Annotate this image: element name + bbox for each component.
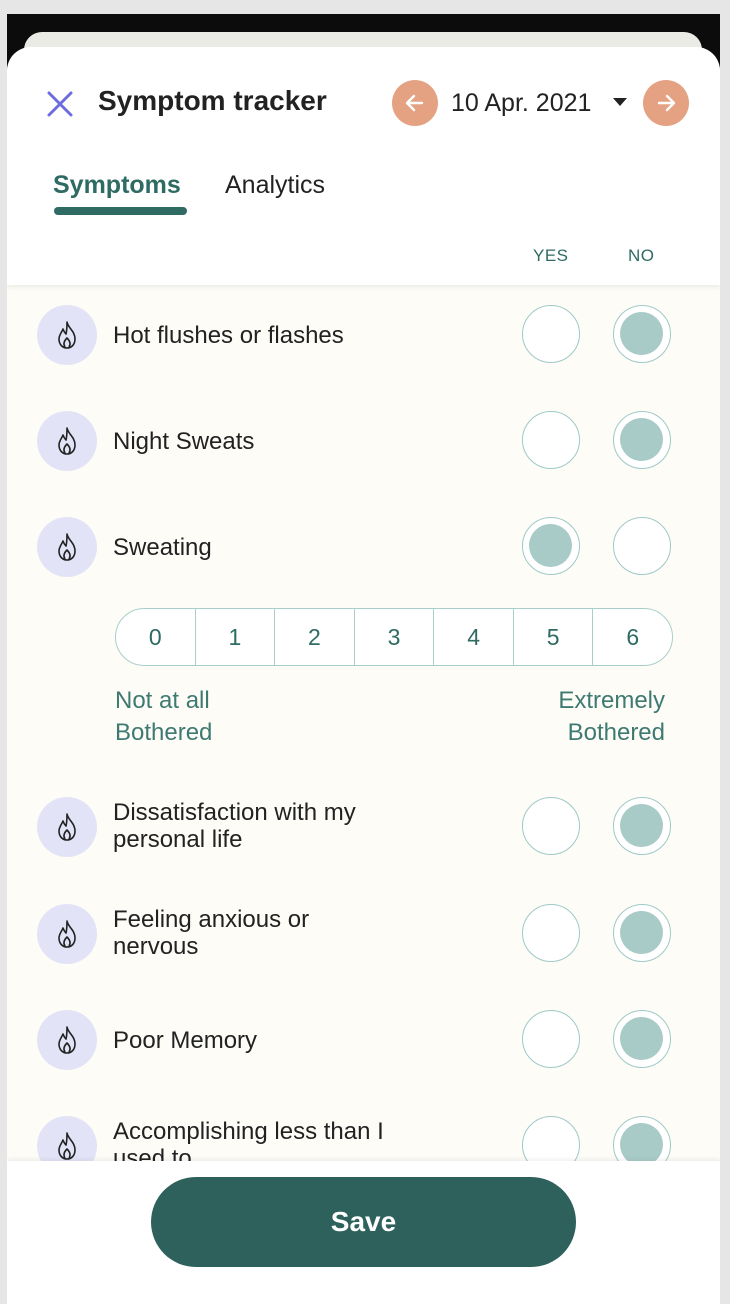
- no-radio[interactable]: [613, 305, 671, 363]
- scale-max-line1: Extremely: [558, 687, 665, 714]
- close-icon[interactable]: [43, 87, 77, 121]
- flame-icon: [37, 904, 97, 964]
- arrow-right-icon: [657, 94, 676, 112]
- save-button[interactable]: Save: [151, 1177, 576, 1267]
- yes-radio[interactable]: [522, 305, 580, 363]
- scale-min-line2: Bothered: [115, 719, 213, 746]
- symptom-label: Hot flushes or flashes: [113, 322, 344, 349]
- scale-option[interactable]: 4: [433, 609, 513, 665]
- symptom-row-poor-memory: Poor Memory: [7, 1000, 720, 1080]
- date-label[interactable]: 10 Apr. 2021: [451, 89, 591, 118]
- page-title: Symptom tracker: [98, 85, 327, 116]
- yes-radio[interactable]: [522, 517, 580, 575]
- symptom-row-dissatisfaction: Dissatisfaction with my personal life: [7, 787, 720, 867]
- symptom-row-anxious: Feeling anxious or nervous: [7, 894, 720, 974]
- no-radio[interactable]: [613, 1010, 671, 1068]
- symptom-row-night-sweats: Night Sweats: [7, 401, 720, 481]
- scale-min-line1: Not at all: [115, 687, 210, 714]
- no-radio[interactable]: [613, 904, 671, 962]
- flame-icon: [37, 305, 97, 365]
- symptom-label: Dissatisfaction with my personal life: [113, 799, 356, 853]
- yes-radio[interactable]: [522, 411, 580, 469]
- tab-analytics[interactable]: Analytics: [225, 171, 325, 200]
- symptom-label: Poor Memory: [113, 1027, 258, 1054]
- symptom-label: Sweating: [113, 534, 212, 561]
- scale-option[interactable]: 3: [353, 609, 434, 665]
- previous-date-button[interactable]: [392, 80, 438, 126]
- yes-column-header: YES: [533, 246, 569, 265]
- yes-radio[interactable]: [522, 797, 580, 855]
- flame-icon: [37, 797, 97, 857]
- yes-radio[interactable]: [522, 904, 580, 962]
- yes-radio[interactable]: [522, 1010, 580, 1068]
- scale-max-caption: Extremely Bothered: [527, 685, 665, 749]
- symptom-label: Feeling anxious or nervous: [113, 906, 310, 960]
- tab-symptoms[interactable]: Symptoms: [53, 171, 181, 200]
- scale-option[interactable]: 5: [512, 609, 593, 665]
- scale-option[interactable]: 0: [116, 609, 195, 665]
- next-date-button[interactable]: [643, 80, 689, 126]
- flame-icon: [37, 517, 97, 577]
- symptom-tracker-sheet: Symptom tracker 10 Apr. 2021 Symptoms An…: [7, 47, 720, 1304]
- severity-scale: 0 1 2 3 4 5 6: [115, 608, 673, 666]
- arrow-left-icon: [405, 94, 424, 112]
- flame-icon: [37, 411, 97, 471]
- footer-bar: Save: [7, 1161, 720, 1304]
- no-column-header: NO: [628, 246, 655, 265]
- no-radio[interactable]: [613, 517, 671, 575]
- scale-option[interactable]: 6: [592, 609, 672, 665]
- symptom-row-hot-flushes: Hot flushes or flashes: [7, 295, 720, 375]
- scale-max-line2: Bothered: [567, 719, 665, 746]
- flame-icon: [37, 1010, 97, 1070]
- scale-min-caption: Not at all Bothered: [115, 685, 212, 749]
- sheet-header: Symptom tracker 10 Apr. 2021 Symptoms An…: [7, 47, 720, 285]
- scale-option[interactable]: 1: [194, 609, 275, 665]
- symptom-label: Night Sweats: [113, 428, 255, 455]
- scale-option[interactable]: 2: [274, 609, 354, 665]
- no-radio[interactable]: [613, 797, 671, 855]
- date-dropdown-caret-icon[interactable]: [613, 98, 627, 106]
- symptom-row-sweating: Sweating: [7, 507, 720, 587]
- no-radio[interactable]: [613, 411, 671, 469]
- active-tab-indicator: [54, 207, 187, 215]
